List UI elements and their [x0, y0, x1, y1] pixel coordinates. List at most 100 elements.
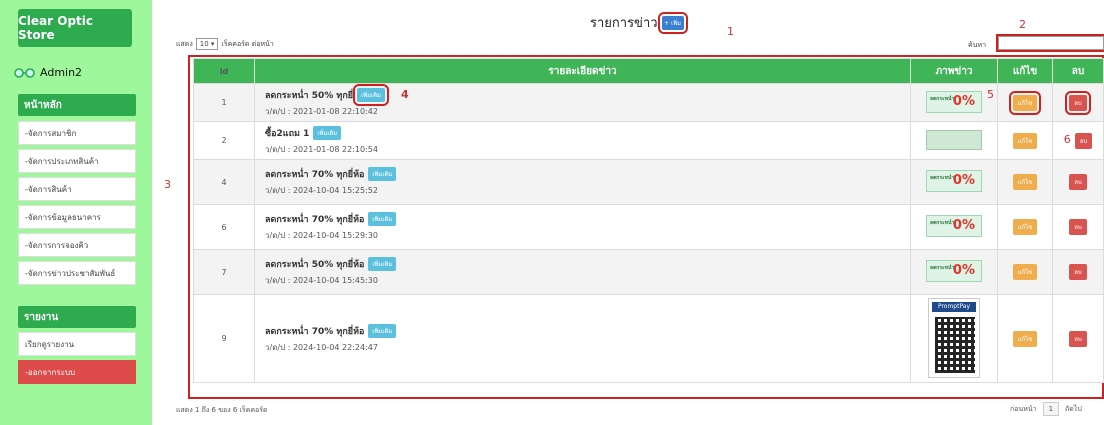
edit-button[interactable]: แก้ไข	[1012, 264, 1038, 280]
menu-item-products[interactable]: -จัดการสินค้า	[18, 177, 136, 201]
qr-code-icon	[935, 316, 975, 373]
user-info: Admin2	[14, 66, 82, 79]
menu-item-product-types[interactable]: -จัดการประเภทสินค้า	[18, 149, 136, 173]
page-size-control: แสดง 10 ▾ เร็คคอร์ด ต่อหน้า	[176, 38, 274, 50]
menu-header-report: รายงาน	[18, 306, 136, 328]
edit-cell: แก้ไข	[997, 204, 1053, 250]
more-button[interactable]: เพิ่มเติม	[353, 83, 389, 106]
row-detail: ลดกระหน่ำ 50% ทุกยี่ เพิ่มเติม 4 ว/ด/ป : 2…	[254, 83, 911, 122]
table-row: 9 ลดกระหน่ำ 70% ทุกยี่ห้อ เพิ่มเติม ว/ด/ป…	[193, 294, 1104, 383]
news-title: ลดกระหน่ำ 50% ทุกยี่	[265, 90, 354, 101]
edit-cell: แก้ไข	[997, 121, 1053, 160]
thumb-text: ลดกระหน่ำ	[930, 175, 955, 181]
news-date: ว/ด/ป : 2024-10-04 15:45:30	[265, 276, 378, 285]
annotation-1: 1	[727, 25, 734, 38]
news-image: ลดกระหน่ำ 0%	[910, 204, 998, 250]
menu-item-banks[interactable]: -จัดการข้อมูลธนาคาร	[18, 205, 136, 229]
table-row: 2 ซื้อ2แถม 1 เพิ่มเติม ว/ด/ป : 2021-01-08…	[193, 121, 1104, 160]
delete-button[interactable]: ลบ	[1069, 174, 1087, 190]
news-date: ว/ด/ป : 2021-01-08 22:10:54	[265, 144, 378, 154]
row-id: 4	[193, 159, 255, 205]
news-image: ลดกระหน่ำ 0%	[910, 249, 998, 295]
menu-item-report[interactable]: เรียกดูรายงาน	[18, 332, 136, 356]
news-date: ว/ด/ป : 2021-01-08 22:10:42	[265, 106, 378, 116]
delete-button[interactable]: ลบ	[1069, 219, 1087, 235]
row-id: 6	[193, 204, 255, 250]
row-id: 2	[193, 121, 255, 160]
promo-thumbnail	[926, 129, 982, 150]
edit-button[interactable]: แก้ไข	[1008, 90, 1042, 115]
row-detail: ซื้อ2แถม 1 เพิ่มเติม ว/ด/ป : 2021-01-08 2…	[254, 121, 911, 160]
table-row: 6 ลดกระหน่ำ 70% ทุกยี่ห้อ เพิ่มเติม ว/ด/ป…	[193, 204, 1104, 250]
more-button[interactable]: เพิ่มเติม	[368, 212, 397, 226]
more-button[interactable]: เพิ่มเติม	[313, 125, 342, 140]
menu-item-queue[interactable]: -จัดการการจองคิว	[18, 233, 136, 257]
row-id: 9	[193, 294, 255, 383]
next-page-button[interactable]: ถัดไป	[1065, 404, 1082, 415]
row-id: 1	[193, 83, 255, 122]
annotation-5: 5	[987, 88, 994, 101]
news-image	[910, 121, 998, 160]
delete-button[interactable]: ลบ	[1074, 132, 1093, 149]
more-button[interactable]: เพิ่มเติม	[368, 257, 397, 271]
promptpay-label: PromptPay	[932, 301, 976, 312]
page-size-select[interactable]: 10 ▾	[195, 38, 219, 50]
page-title: รายการข่าว	[590, 16, 658, 31]
promo-thumbnail: ลดกระหน่ำ 0%	[926, 260, 982, 282]
edit-cell: แก้ไข	[997, 83, 1053, 122]
row-detail: ลดกระหน่ำ 50% ทุกยี่ห้อ เพิ่มเติม ว/ด/ป :…	[254, 249, 911, 295]
username: Admin2	[40, 66, 83, 79]
glasses-icon	[14, 67, 36, 79]
news-image: ลดกระหน่ำ 0%	[910, 159, 998, 205]
search-input[interactable]	[996, 34, 1104, 52]
news-title: ซื้อ2แถม 1	[265, 128, 310, 139]
menu-item-members[interactable]: -จัดการสมาชิก	[18, 121, 136, 145]
edit-button[interactable]: แก้ไข	[1012, 219, 1038, 235]
delete-button[interactable]: ลบ	[1069, 330, 1087, 347]
row-detail: ลดกระหน่ำ 70% ทุกยี่ห้อ เพิ่มเติม ว/ด/ป :…	[254, 294, 911, 383]
header-delete: ลบ	[1052, 58, 1104, 84]
header-detail: รายละเอียดข่าว	[254, 58, 911, 84]
news-title: ลดกระหน่ำ 50% ทุกยี่ห้อ	[265, 260, 365, 270]
promo-thumbnail: ลดกระหน่ำ 0%	[926, 170, 982, 192]
more-button[interactable]: เพิ่มเติม	[368, 167, 397, 181]
news-title: ลดกระหน่ำ 70% ทุกยี่ห้อ	[265, 170, 365, 180]
qr-code-image: PromptPay	[928, 297, 980, 378]
promo-thumbnail: ลดกระหน่ำ 0%	[926, 215, 982, 237]
prev-page-button[interactable]: ก่อนหน้า	[1010, 404, 1037, 415]
delete-button[interactable]: ลบ	[1069, 264, 1087, 280]
news-date: ว/ด/ป : 2024-10-04 22:24:47	[265, 342, 378, 352]
news-table: id รายละเอียดข่าว ภาพข่าว แก้ไข ลบ 1 ลดก…	[193, 58, 1104, 383]
thumb-big: 0%	[952, 173, 975, 188]
edit-button[interactable]: แก้ไข	[1012, 330, 1038, 347]
menu-item-news[interactable]: -จัดการข่าวประชาสัมพันธ์	[18, 261, 136, 285]
header-image: ภาพข่าว	[910, 58, 998, 84]
news-date: ว/ด/ป : 2024-10-04 15:29:30	[265, 231, 378, 240]
add-news-button[interactable]: + เพิ่ม	[657, 11, 688, 34]
edit-cell: แก้ไข	[997, 159, 1053, 205]
menu-header-main: หน้าหลัก	[18, 94, 136, 116]
delete-cell: ลบ	[1052, 294, 1104, 383]
delete-cell: 6 ลบ	[1052, 121, 1104, 160]
annotation-4: 4	[400, 88, 409, 101]
page-number-button[interactable]: 1	[1042, 402, 1060, 416]
more-button[interactable]: เพิ่มเติม	[368, 323, 397, 338]
table-row: 1 ลดกระหน่ำ 50% ทุกยี่ เพิ่มเติม 4 ว/ด/ป :…	[193, 83, 1104, 122]
delete-cell: ลบ	[1052, 249, 1104, 295]
records-summary: แสดง 1 ถึง 6 ของ 6 เร็คคอร์ด	[176, 406, 268, 414]
row-detail: ลดกระหน่ำ 70% ทุกยี่ห้อ เพิ่มเติม ว/ด/ป :…	[254, 159, 911, 205]
show-prefix: แสดง	[176, 39, 193, 48]
annotation-6: 6	[1063, 132, 1071, 146]
news-date: ว/ด/ป : 2024-10-04 15:25:52	[265, 186, 378, 195]
edit-cell: แก้ไข	[997, 249, 1053, 295]
logout-button[interactable]: -ออกจากระบบ	[18, 360, 136, 384]
edit-button[interactable]: แก้ไข	[1012, 174, 1038, 190]
edit-cell: แก้ไข	[997, 294, 1053, 383]
row-id: 7	[193, 249, 255, 295]
store-name-button[interactable]: Clear Optic Store	[18, 9, 132, 47]
thumb-text: ลดกระหน่ำ	[930, 220, 955, 226]
table-row: 4 ลดกระหน่ำ 70% ทุกยี่ห้อ เพิ่มเติม ว/ด/ป…	[193, 159, 1104, 205]
news-image: PromptPay	[910, 294, 998, 383]
edit-button[interactable]: แก้ไข	[1012, 132, 1038, 149]
delete-button[interactable]: ลบ	[1065, 90, 1091, 115]
